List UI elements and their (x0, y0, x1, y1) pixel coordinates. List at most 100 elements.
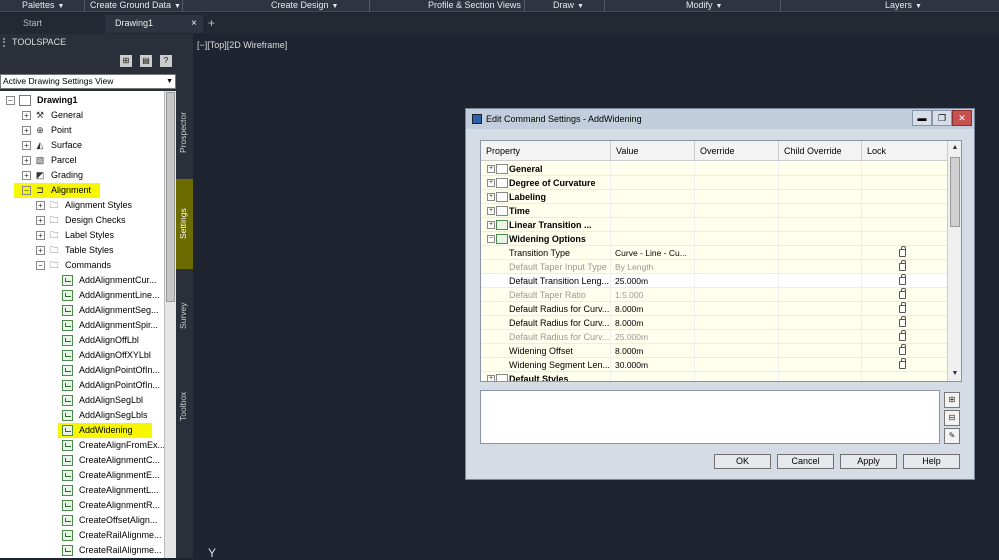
apply-button[interactable]: Apply (840, 454, 897, 469)
lock-icon[interactable] (899, 344, 906, 355)
scroll-down-icon[interactable]: ▼ (950, 369, 960, 379)
tree-item-table-styles[interactable]: + 🗀 Table Styles (0, 243, 164, 258)
add-tab-button[interactable]: + (208, 15, 215, 33)
property-row[interactable]: Widening Segment Len... 30.000m (481, 358, 947, 372)
category-labeling[interactable]: + Labeling (481, 190, 947, 204)
tree-item-alignment[interactable]: − ⊐ Alignment (14, 183, 100, 198)
tab-drawing1[interactable]: Drawing1 × (105, 15, 203, 33)
view-select[interactable]: Active Drawing Settings View ▼ (0, 74, 176, 89)
grid-scrollbar[interactable]: ▲ ▼ (947, 141, 961, 381)
menu-create-design[interactable]: Create Design ▼ (271, 0, 338, 12)
tree-item-command[interactable]: AddAlignmentSpir... (0, 318, 164, 333)
category-degree-of-curvature[interactable]: + Degree of Curvature (481, 176, 947, 190)
menu-profile-section-views[interactable]: Profile & Section Views (428, 0, 521, 12)
expand-icon[interactable]: + (487, 165, 495, 173)
tree-item-command[interactable]: CreateAlignmentE... (0, 468, 164, 483)
category-time[interactable]: + Time (481, 204, 947, 218)
expand-icon[interactable]: + (22, 141, 31, 150)
property-row[interactable]: Default Radius for Curv... 8.000m (481, 316, 947, 330)
ok-button[interactable]: OK (714, 454, 771, 469)
tree-item-command[interactable]: AddAlignmentSeg... (0, 303, 164, 318)
tree-item-commands[interactable]: − 🗀 Commands (0, 258, 164, 273)
category-general[interactable]: + General (481, 162, 947, 176)
close-icon[interactable]: × (191, 15, 197, 32)
tree-root-drawing1[interactable]: − Drawing1 (0, 93, 164, 108)
collapse-icon[interactable]: − (6, 96, 15, 105)
hierarchy-icon[interactable]: ⊞ (120, 55, 132, 67)
lock-icon[interactable] (899, 316, 906, 327)
tab-prospector[interactable]: Prospector (176, 91, 193, 177)
tab-start[interactable]: Start (13, 15, 101, 33)
tree-item-command[interactable]: CreateAlignmentR... (0, 498, 164, 513)
category-widening-options[interactable]: − Widening Options (481, 232, 947, 246)
property-row[interactable]: Widening Offset 8.000m (481, 344, 947, 358)
tree-item-command[interactable]: AddAlignmentCur... (0, 273, 164, 288)
expand-icon[interactable]: + (22, 171, 31, 180)
tree-item-command[interactable]: AddAlignSegLbls (0, 408, 164, 423)
category-default-styles[interactable]: + Default Styles (481, 372, 947, 381)
expand-icon[interactable]: + (22, 111, 31, 120)
menu-create-ground-data[interactable]: Create Ground Data ▼ (90, 0, 181, 12)
tree-item-command[interactable]: CreateAlignFromEx... (0, 438, 164, 453)
minimize-button[interactable]: ▬ (912, 110, 932, 126)
tree-item-command-addwidening[interactable]: AddWidening (58, 423, 152, 438)
expand-icon[interactable]: + (487, 207, 495, 215)
tab-settings[interactable]: Settings (176, 179, 193, 269)
tree-item-command[interactable]: AddAlignPointOfIn... (0, 363, 164, 378)
maximize-button[interactable]: ❐ (932, 110, 952, 126)
tree-item-command[interactable]: AddAlignOffLbl (0, 333, 164, 348)
tree-item-command[interactable]: CreateOffsetAlign... (0, 513, 164, 528)
lock-icon[interactable] (899, 246, 906, 257)
expand-icon[interactable]: + (487, 375, 495, 381)
expand-all-icon[interactable]: ⊞ (944, 392, 960, 408)
tree-item-command[interactable]: AddAlignmentLine... (0, 288, 164, 303)
viewport-controls-label[interactable]: [−][Top][2D Wireframe] (197, 40, 287, 50)
property-row[interactable]: Default Radius for Curv... 8.000m (481, 302, 947, 316)
expand-icon[interactable]: + (36, 231, 45, 240)
cancel-button[interactable]: Cancel (777, 454, 834, 469)
tree-item-general[interactable]: + ⚒ General (0, 108, 164, 123)
scroll-up-icon[interactable]: ▲ (950, 143, 960, 153)
edit-settings-icon[interactable]: ✎ (944, 428, 960, 444)
tree-item-label-styles[interactable]: + 🗀 Label Styles (0, 228, 164, 243)
expand-icon[interactable]: + (36, 246, 45, 255)
expand-icon[interactable]: + (22, 126, 31, 135)
tree-item-grading[interactable]: + ◩ Grading (0, 168, 164, 183)
collapse-icon[interactable]: − (487, 235, 495, 243)
tree-item-design-checks[interactable]: + 🗀 Design Checks (0, 213, 164, 228)
lock-icon[interactable] (899, 358, 906, 369)
tree-item-command[interactable]: CreateRailAlignme... (0, 543, 164, 558)
tree-scrollbar[interactable] (164, 91, 176, 558)
property-row-default-transition-length[interactable]: Default Transition Leng... 25.000m (481, 274, 947, 288)
tree-item-alignment-styles[interactable]: + 🗀 Alignment Styles (0, 198, 164, 213)
property-row[interactable]: Default Taper Ratio 1:5.000 (481, 288, 947, 302)
grip-icon[interactable] (3, 38, 8, 47)
lock-icon[interactable] (899, 288, 906, 299)
property-row[interactable]: Default Radius for Curv... 25.000m (481, 330, 947, 344)
tree-item-parcel[interactable]: + ▧ Parcel (0, 153, 164, 168)
menu-draw[interactable]: Draw ▼ (553, 0, 584, 12)
expand-icon[interactable]: + (36, 216, 45, 225)
tab-survey[interactable]: Survey (176, 271, 193, 361)
menu-modify[interactable]: Modify ▼ (686, 0, 722, 12)
lock-icon[interactable] (899, 274, 906, 285)
tree-item-command[interactable]: AddAlignOffXYLbl (0, 348, 164, 363)
lock-icon[interactable] (899, 302, 906, 313)
column-override[interactable]: Override (695, 141, 779, 161)
scrollbar-thumb[interactable] (166, 92, 175, 302)
column-property[interactable]: Property (481, 141, 611, 161)
close-button[interactable]: ✕ (952, 110, 972, 126)
lock-icon[interactable] (899, 260, 906, 271)
expand-icon[interactable]: + (487, 193, 495, 201)
help-icon[interactable]: ? (160, 55, 172, 67)
tree-item-command[interactable]: CreateAlignmentL... (0, 483, 164, 498)
expand-icon[interactable]: + (36, 201, 45, 210)
column-value[interactable]: Value (611, 141, 695, 161)
tree-item-point[interactable]: + ⊕ Point (0, 123, 164, 138)
collapse-icon[interactable]: − (22, 186, 31, 195)
expand-icon[interactable]: + (487, 221, 495, 229)
expand-icon[interactable]: + (487, 179, 495, 187)
tab-toolbox[interactable]: Toolbox (176, 363, 193, 453)
list-view-icon[interactable]: ▤ (140, 55, 152, 67)
collapse-all-icon[interactable]: ⊟ (944, 410, 960, 426)
